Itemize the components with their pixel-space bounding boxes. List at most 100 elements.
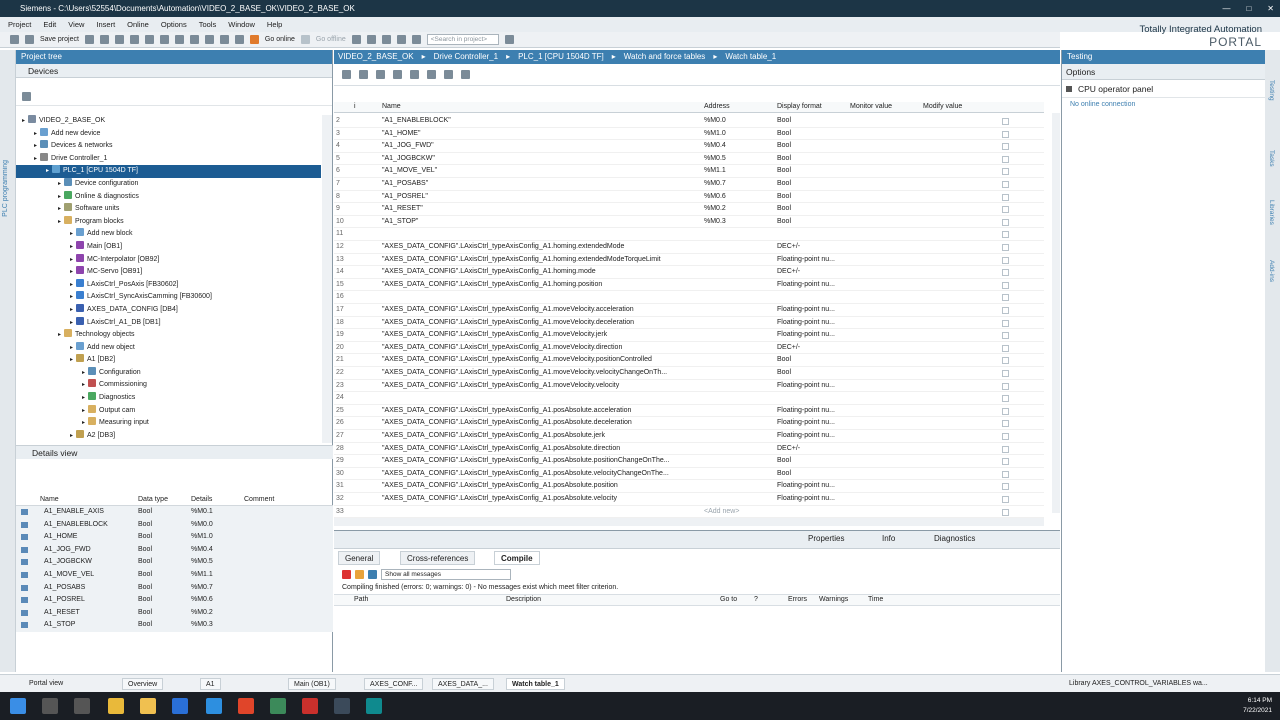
row-display-format[interactable]: Bool	[777, 216, 791, 229]
row-name[interactable]: "AXES_DATA_CONFIG".LAxisCtrl_typeAxisCon…	[382, 443, 620, 456]
details-row[interactable]: A1_POSABS Bool %M0.7	[16, 581, 333, 595]
info-filter-icon[interactable]	[368, 569, 377, 579]
row-checkbox[interactable]	[1002, 281, 1009, 289]
row-checkbox[interactable]	[1002, 508, 1009, 516]
message-col-header[interactable]: ?	[754, 596, 758, 603]
row-display-format[interactable]: Bool	[777, 165, 791, 178]
row-checkbox[interactable]	[1002, 244, 1009, 251]
new-project-icon[interactable]	[10, 35, 19, 44]
details-row[interactable]: A1_ENABLEBLOCK Bool %M0.0	[16, 518, 333, 532]
watch-table-row[interactable]: 20 "AXES_DATA_CONFIG".LAxisCtrl_typeAxisC…	[334, 342, 1044, 355]
row-display-format[interactable]: Bool	[777, 178, 791, 191]
row-display-format[interactable]: Floating-point nu...	[777, 329, 835, 342]
expand-arrow-icon[interactable]: ▸	[70, 307, 73, 313]
tree-item[interactable]: ▸ A1 [DB2]	[16, 354, 321, 367]
taskbar-editor-tab[interactable]: Main (OB1)	[288, 678, 336, 690]
row-display-format[interactable]: Bool	[777, 115, 791, 128]
watch-col-header[interactable]: Modify value	[923, 103, 962, 110]
row-checkbox[interactable]	[1002, 256, 1009, 264]
row-checkbox[interactable]	[1002, 319, 1009, 327]
row-checkbox[interactable]	[1002, 496, 1009, 503]
row-display-format[interactable]: DEC+/-	[777, 266, 800, 279]
row-name[interactable]: "AXES_DATA_CONFIG".LAxisCtrl_typeAxisCon…	[382, 254, 661, 267]
expand-arrow-icon[interactable]: ▸	[58, 181, 61, 187]
row-address[interactable]: %M0.3	[704, 216, 726, 229]
start-cpu-icon[interactable]	[366, 35, 376, 44]
side-tab-libraries[interactable]: Libraries	[1268, 200, 1275, 225]
watch-table-row[interactable]: 26 "AXES_DATA_CONFIG".LAxisCtrl_typeAxisC…	[334, 417, 1044, 430]
row-address[interactable]: %M0.2	[704, 203, 726, 216]
row-name[interactable]: "A1_HOME"	[382, 128, 420, 141]
row-address[interactable]: %M0.6	[704, 191, 726, 204]
watch-table-row[interactable]: 9 "A1_RESET" %M0.2 Bool	[334, 203, 1044, 216]
tree-item[interactable]: ▸ LAxisCtrl_PosAxis [FB30602]	[16, 278, 321, 292]
details-row[interactable]: A1_MOVE_VEL Bool %M1.1	[16, 568, 333, 582]
go-offline-icon[interactable]	[300, 35, 310, 44]
row-checkbox[interactable]	[1002, 332, 1009, 340]
watch-col-header[interactable]: Name	[382, 103, 401, 110]
row-name[interactable]: "AXES_DATA_CONFIG".LAxisCtrl_typeAxisCon…	[382, 329, 607, 342]
taskbar-editor-tab[interactable]: Watch table_1	[506, 678, 565, 690]
row-display-format[interactable]: Floating-point nu...	[777, 417, 835, 430]
split-vertical-icon[interactable]	[411, 35, 421, 44]
row-name[interactable]: "A1_MOVE_VEL"	[382, 165, 437, 178]
watch-table-row[interactable]: 16	[334, 291, 1044, 304]
row-address[interactable]: %M1.1	[704, 165, 726, 178]
row-checkbox[interactable]	[1002, 218, 1009, 226]
watch-table-row[interactable]: 32 "AXES_DATA_CONFIG".LAxisCtrl_typeAxisC…	[334, 493, 1044, 506]
print-icon[interactable]	[84, 35, 94, 44]
row-display-format[interactable]: Floating-point nu...	[777, 254, 835, 267]
tree-item[interactable]: ▸ LAxisCtrl_A1_DB [DB1]	[16, 316, 321, 330]
details-row[interactable]: A1_HOME Bool %M1.0	[16, 531, 333, 544]
tree-item[interactable]: ▸ Add new device	[16, 127, 321, 141]
breadcrumb-item[interactable]: PLC_1 [CPU 1504D TF]	[518, 50, 604, 64]
breadcrumb-item[interactable]: VIDEO_2_BASE_OK	[338, 50, 414, 64]
tab-general[interactable]: General	[338, 551, 381, 565]
row-address[interactable]: %M0.7	[704, 178, 726, 191]
row-checkbox[interactable]	[1002, 458, 1009, 466]
row-name[interactable]: "A1_JOGBCKW"	[382, 153, 435, 166]
expand-arrow-icon[interactable]: ▸	[46, 168, 49, 174]
watch-table-row[interactable]: 24	[334, 392, 1044, 405]
row-checkbox[interactable]	[1002, 294, 1009, 302]
message-col-header[interactable]: Warnings	[819, 596, 848, 603]
message-filter-select[interactable]: Show all messages	[381, 568, 511, 580]
row-checkbox[interactable]	[1002, 370, 1009, 377]
tree-item[interactable]: ▸ MC-Servo [OB91]	[16, 266, 321, 279]
menu-item-window[interactable]: Window	[228, 17, 255, 32]
row-display-format[interactable]: Bool	[777, 455, 791, 468]
add-row-icon[interactable]	[359, 70, 368, 79]
redo-icon[interactable]	[174, 35, 184, 44]
row-name[interactable]: "AXES_DATA_CONFIG".LAxisCtrl_typeAxisCon…	[382, 493, 617, 506]
system-clock[interactable]: 6:14 PM 7/22/2021	[1243, 696, 1272, 716]
pdf-reader-icon[interactable]	[302, 698, 318, 714]
warning-filter-icon[interactable]	[355, 569, 364, 579]
watch-table-row[interactable]: 17 "AXES_DATA_CONFIG".LAxisCtrl_typeAxisC…	[334, 304, 1044, 317]
row-name[interactable]: "AXES_DATA_CONFIG".LAxisCtrl_typeAxisCon…	[382, 367, 667, 380]
compile-icon[interactable]	[189, 35, 199, 44]
tree-item[interactable]: ▸ Main [OB1]	[16, 240, 321, 254]
expand-arrow-icon[interactable]: ▸	[70, 244, 73, 250]
folder-icon[interactable]	[140, 698, 156, 714]
watch-table-hscroll[interactable]	[334, 518, 1044, 526]
tree-item[interactable]: ▸ VIDEO_2_BASE_OK	[16, 115, 321, 128]
details-row[interactable]: A1_JOGBCKW Bool %M0.5	[16, 556, 333, 569]
insert-row-icon[interactable]	[342, 70, 351, 79]
watch-table-row[interactable]: 6 "A1_MOVE_VEL" %M1.1 Bool	[334, 165, 1044, 178]
tree-item[interactable]: ▸ Technology objects	[16, 329, 321, 342]
row-display-format[interactable]: Floating-point nu...	[777, 405, 835, 418]
monitor-all-icon[interactable]	[393, 70, 402, 79]
row-checkbox[interactable]	[1002, 269, 1009, 277]
menu-item-options[interactable]: Options	[161, 17, 187, 32]
row-checkbox[interactable]	[1002, 155, 1009, 163]
expand-arrow-icon[interactable]: ▸	[82, 408, 85, 414]
row-display-format[interactable]: Bool	[777, 203, 791, 216]
row-checkbox[interactable]	[1002, 118, 1009, 125]
row-display-format[interactable]: Floating-point nu...	[777, 480, 835, 493]
row-name[interactable]: "AXES_DATA_CONFIG".LAxisCtrl_typeAxisCon…	[382, 405, 631, 418]
delete-icon[interactable]	[144, 35, 154, 44]
details-row[interactable]: A1_RESET Bool %M0.2	[16, 606, 333, 620]
row-name[interactable]: "A1_JOG_FWD"	[382, 140, 434, 153]
details-row[interactable]: A1_ENABLE_AXIS Bool %M0.1	[16, 506, 333, 519]
tia-portal-icon[interactable]	[366, 698, 382, 714]
